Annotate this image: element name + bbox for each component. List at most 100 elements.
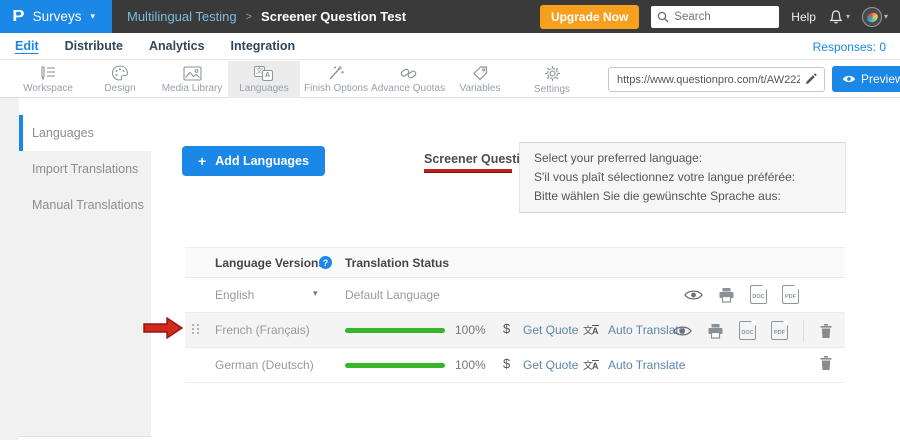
tab-design[interactable]: Design (84, 61, 156, 98)
palette-icon (111, 65, 129, 81)
edit-url-button[interactable] (800, 70, 820, 90)
language-versions-table: Language Versions ? Translation Status E… (185, 247, 845, 383)
breadcrumb-survey-name[interactable]: Multilingual Testing (127, 9, 237, 24)
row-actions: DOC PDF (673, 320, 833, 341)
translate-icon: 文A (583, 321, 601, 339)
language-name: English (215, 288, 254, 302)
chevron-down-icon[interactable]: ▾ (313, 288, 318, 299)
tab-finish-options[interactable]: Finish Options (300, 61, 372, 98)
tab-settings[interactable]: Settings (516, 61, 588, 98)
bell-icon (828, 9, 844, 25)
surveys-menu[interactable]: P Surveys ▾ (0, 0, 112, 33)
row-actions (819, 355, 833, 371)
add-languages-label: Add Languages (215, 154, 309, 168)
chevron-down-icon: ▾ (846, 12, 850, 21)
screener-line-english: Select your preferred language: (534, 149, 831, 168)
export-pdf-button[interactable]: PDF (771, 321, 788, 340)
export-doc-button[interactable]: DOC (750, 285, 767, 304)
search-input[interactable] (674, 11, 769, 23)
chain-links-icon (399, 65, 418, 81)
image-icon (183, 66, 202, 81)
help-icon[interactable]: ? (319, 256, 332, 269)
add-languages-button[interactable]: + Add Languages (182, 146, 325, 176)
preview-button[interactable]: Preview (832, 66, 900, 92)
translate-icon: 文A (583, 356, 601, 374)
tag-icon (472, 65, 489, 81)
tab-languages[interactable]: 文 A Languages (228, 61, 300, 98)
survey-nav: Edit Distribute Analytics Integration Re… (0, 33, 900, 60)
tab-label: Settings (534, 84, 570, 95)
language-name: German (Deutsch) (215, 358, 314, 372)
preview-label: Preview (861, 72, 900, 86)
view-button[interactable] (673, 325, 692, 337)
tab-edit[interactable]: Edit (15, 39, 39, 53)
upgrade-now-button[interactable]: Upgrade Now (540, 5, 639, 29)
account-menu[interactable]: ▾ (862, 7, 888, 27)
tab-label: Media Library (162, 83, 223, 94)
gear-icon (544, 65, 561, 82)
tab-label: Workspace (23, 83, 73, 94)
toolbar-tabs: Workspace Design Media Library 文 A Langu… (12, 61, 588, 98)
export-pdf-button[interactable]: PDF (782, 285, 799, 304)
tab-workspace[interactable]: Workspace (12, 61, 84, 98)
tab-distribute[interactable]: Distribute (65, 39, 123, 53)
screener-line-german: Bitte wählen Sie die gewünschte Sprache … (534, 187, 831, 206)
table-header: Language Versions ? Translation Status (185, 247, 845, 278)
questionpro-logo-icon[interactable]: P (12, 8, 24, 26)
red-arrow-annotation (143, 316, 185, 340)
breadcrumb: Multilingual Testing > Screener Question… (127, 9, 406, 24)
row-actions: DOC PDF (684, 285, 799, 304)
red-underline-annotation (424, 169, 512, 173)
page-margin (0, 98, 19, 440)
doc-icon: DOC (752, 294, 764, 300)
tab-analytics[interactable]: Analytics (149, 39, 205, 53)
sidebar-item-languages[interactable]: Languages (19, 115, 151, 151)
help-link[interactable]: Help (791, 10, 816, 24)
table-row-german: German (Deutsch) 100% $ Get Quote 文A Aut… (185, 348, 845, 383)
eye-icon (673, 325, 692, 337)
delete-button[interactable] (819, 355, 833, 371)
auto-translate-link[interactable]: Auto Translate (608, 358, 685, 372)
search-icon (657, 11, 669, 23)
pdf-icon: PDF (774, 330, 785, 336)
pdf-icon: PDF (785, 294, 796, 300)
sidebar-item-manual-translations[interactable]: Manual Translations (19, 187, 151, 223)
breadcrumb-page-name: Screener Question Test (261, 9, 406, 24)
tab-label: Advance Quotas (371, 83, 445, 94)
tab-variables[interactable]: Variables (444, 61, 516, 98)
table-row-english: English ▾ Default Language DOC PDF (185, 278, 845, 313)
tab-advance-quotas[interactable]: Advance Quotas (372, 61, 444, 98)
sidebar-item-import-translations[interactable]: Import Translations (19, 151, 151, 187)
search-box[interactable] (651, 6, 779, 28)
screener-question-preview: Select your preferred language: S'il vou… (519, 142, 846, 213)
get-quote-link[interactable]: Get Quote (523, 323, 578, 337)
edit-toolbar: Workspace Design Media Library 文 A Langu… (0, 61, 900, 98)
notifications-menu[interactable]: ▾ (828, 9, 850, 25)
print-button[interactable] (718, 287, 735, 303)
workspace-icon (38, 65, 58, 81)
chevron-down-icon: ▾ (884, 12, 888, 21)
doc-icon: DOC (741, 330, 753, 336)
survey-url-box[interactable] (608, 67, 825, 92)
languages-sidebar: Languages Import Translations Manual Tra… (19, 115, 151, 437)
tab-media-library[interactable]: Media Library (156, 61, 228, 98)
survey-url-input[interactable] (617, 74, 800, 86)
screener-line-french: S'il vous plaît sélectionnez votre langu… (534, 168, 831, 187)
tab-integration[interactable]: Integration (231, 39, 296, 53)
drag-handle[interactable] (192, 324, 201, 337)
breadcrumb-separator: > (246, 11, 252, 23)
top-bar: P Surveys ▾ Multilingual Testing > Scree… (0, 0, 900, 33)
default-language-label: Default Language (345, 288, 440, 302)
translation-progress-bar (345, 363, 445, 368)
view-button[interactable] (684, 289, 703, 301)
delete-button[interactable] (819, 323, 833, 339)
divider (803, 320, 804, 341)
tab-label: Finish Options (304, 83, 368, 94)
responses-count[interactable]: Responses: 0 (813, 40, 886, 54)
get-quote-link[interactable]: Get Quote (523, 358, 578, 372)
export-doc-button[interactable]: DOC (739, 321, 756, 340)
print-button[interactable] (707, 323, 724, 339)
dollar-icon: $ (503, 356, 510, 371)
tab-label: Design (104, 83, 135, 94)
trash-icon (819, 323, 833, 339)
